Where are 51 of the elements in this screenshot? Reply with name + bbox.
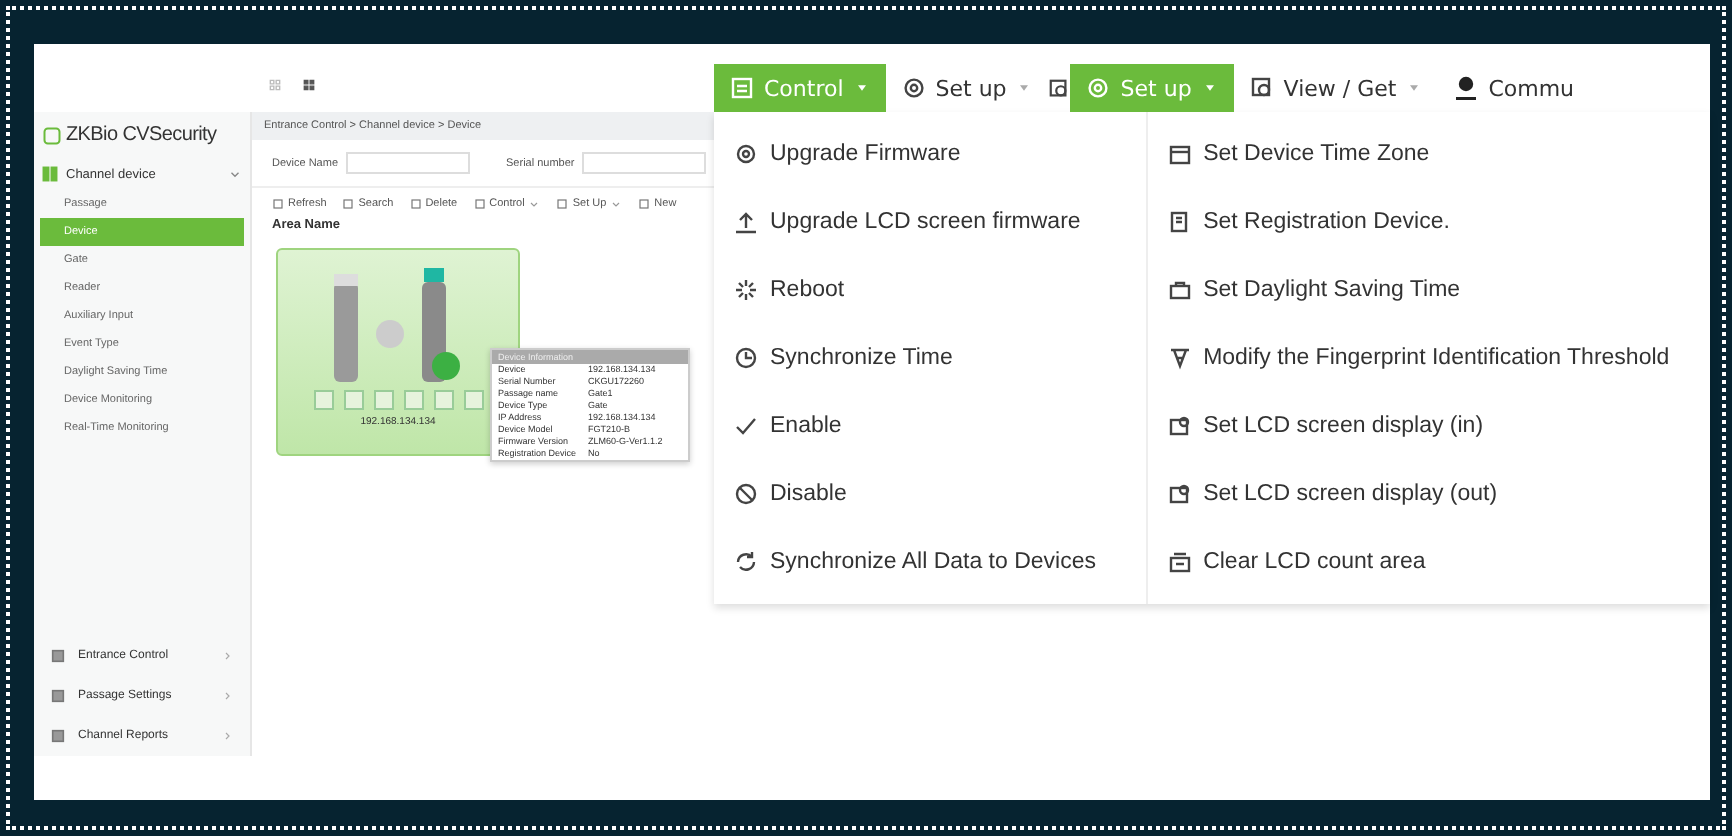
document-icon xyxy=(1167,210,1192,234)
screen-icon xyxy=(1167,482,1192,506)
gear-icon xyxy=(901,76,926,100)
chevron-right-icon xyxy=(222,730,234,742)
clock-icon xyxy=(734,346,758,370)
chevron-down-icon[interactable] xyxy=(228,167,242,181)
menu-item[interactable]: Upgrade LCD screen firmware xyxy=(770,210,1081,234)
logo-text: ZKBio CVSecurity xyxy=(66,124,217,146)
logo-icon xyxy=(42,125,62,145)
grid-icon xyxy=(268,77,282,91)
menu-item[interactable]: Upgrade Firmware xyxy=(770,142,961,166)
menu-item[interactable]: Set Registration Device. xyxy=(1203,210,1450,234)
menu-item[interactable]: Set LCD screen display (in) xyxy=(1203,414,1484,438)
menu-button[interactable]: View / Get xyxy=(1233,64,1439,112)
tiles-icon xyxy=(302,77,316,91)
menu-item[interactable]: Set LCD screen display (out) xyxy=(1203,482,1498,506)
chevron-right-icon xyxy=(222,690,234,702)
monitor-icon xyxy=(730,76,754,100)
menu-button[interactable]: Set up xyxy=(885,64,1049,112)
upload-icon xyxy=(734,210,758,234)
sync-icon xyxy=(734,550,758,574)
caret-icon xyxy=(610,198,623,210)
menu-item[interactable]: Reboot xyxy=(770,278,845,302)
caret-icon xyxy=(853,80,870,96)
person-icon xyxy=(1454,76,1479,100)
chevron-right-icon xyxy=(222,650,234,662)
view-icon xyxy=(1249,76,1274,100)
gear-icon xyxy=(734,142,758,166)
menu-button[interactable]: Commu xyxy=(1438,64,1591,112)
check-icon xyxy=(734,414,758,438)
gear-icon xyxy=(1086,76,1111,100)
menu-item[interactable]: Enable xyxy=(770,414,842,438)
menu-item[interactable]: Synchronize All Data to Devices xyxy=(770,550,1096,574)
menu-item[interactable]: Synchronize Time xyxy=(770,346,953,370)
caret-icon xyxy=(1016,80,1033,96)
menu-item[interactable]: Modify the Fingerprint Identification Threshold xyxy=(1203,346,1670,370)
menu-item[interactable]: Set Device Time Zone xyxy=(1203,142,1430,166)
filter-field[interactable] xyxy=(582,152,707,174)
filter-field[interactable] xyxy=(346,152,471,174)
grid-icon xyxy=(42,166,58,182)
menu-item[interactable]: Set Daylight Saving Time xyxy=(1203,278,1461,302)
prohibited-icon xyxy=(734,482,758,506)
view-icon xyxy=(1048,77,1071,99)
caret-icon xyxy=(1201,80,1218,96)
calendar-icon xyxy=(1167,142,1192,166)
briefcase-icon xyxy=(1167,278,1192,302)
caret-icon xyxy=(528,198,541,210)
menu-item[interactable]: Disable xyxy=(770,482,847,506)
menu-item[interactable]: Clear LCD count area xyxy=(1203,550,1426,574)
caret-icon xyxy=(1406,80,1423,96)
screen-icon xyxy=(1167,414,1192,438)
